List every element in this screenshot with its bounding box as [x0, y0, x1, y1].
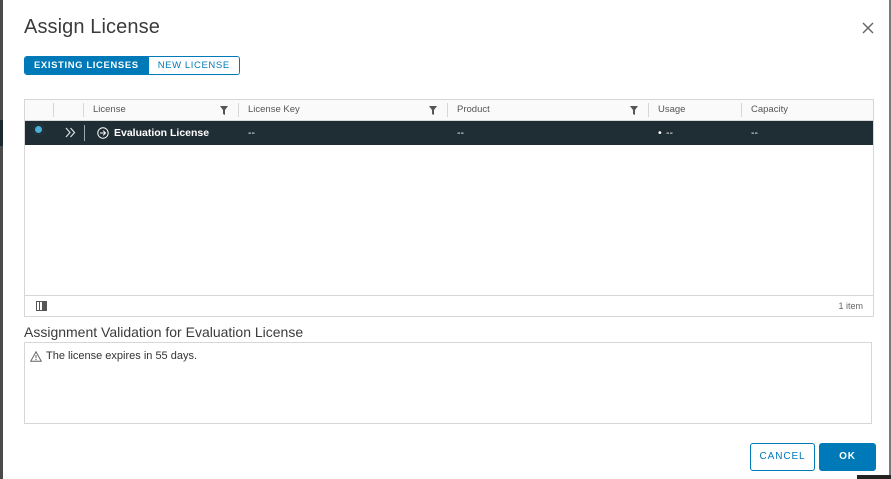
column-toggle-icon[interactable] [36, 301, 47, 311]
license-datagrid: License License Key Product Usage Capaci… [24, 99, 874, 317]
ok-button[interactable]: OK [819, 443, 876, 471]
column-separator [648, 103, 649, 117]
column-header-license-key[interactable]: License Key [248, 100, 300, 120]
double-chevron-right-icon[interactable] [65, 127, 76, 138]
background-corner [857, 475, 891, 479]
license-key-value: -- [248, 127, 255, 139]
validation-panel: The license expires in 55 days. [24, 342, 872, 424]
assign-license-dialog: Assign License EXISTING LICENSES NEW LIC… [3, 0, 889, 479]
usage-value: -- [666, 127, 673, 139]
column-header-capacity[interactable]: Capacity [751, 100, 788, 120]
filter-icon[interactable] [220, 106, 228, 115]
license-name: Evaluation License [114, 127, 210, 139]
close-button[interactable] [860, 20, 876, 36]
column-header-product[interactable]: Product [457, 100, 490, 120]
tab-new-license[interactable]: NEW LICENSE [147, 57, 239, 74]
capacity-value: -- [751, 127, 758, 139]
license-source-toggle: EXISTING LICENSES NEW LICENSE [24, 56, 240, 75]
filter-icon[interactable] [630, 106, 638, 115]
column-separator [53, 103, 54, 117]
filter-icon[interactable] [429, 106, 437, 115]
datagrid-header: License License Key Product Usage Capaci… [25, 100, 873, 121]
cancel-button[interactable]: CANCEL [750, 443, 815, 471]
usage-bullet: • [658, 127, 662, 139]
row-separator [84, 125, 85, 141]
product-value: -- [457, 127, 464, 139]
datagrid-footer: 1 item [25, 295, 873, 316]
circle-arrow-right-icon [97, 127, 109, 139]
column-separator [83, 103, 84, 117]
column-separator [741, 103, 742, 117]
tab-existing-licenses[interactable]: EXISTING LICENSES [25, 57, 148, 74]
row-select-radio[interactable] [25, 121, 53, 145]
radio-selected-indicator [33, 124, 44, 135]
validation-message: The license expires in 55 days. [46, 350, 198, 362]
dialog-title: Assign License [24, 16, 160, 38]
close-icon [862, 22, 874, 34]
validation-title: Assignment Validation for Evaluation Lic… [24, 324, 304, 340]
column-separator [238, 103, 239, 117]
column-header-license[interactable]: License [93, 100, 126, 120]
item-count: 1 item [838, 301, 863, 311]
column-header-usage[interactable]: Usage [658, 100, 685, 120]
warning-triangle-icon [30, 351, 42, 362]
table-row[interactable]: Evaluation License -- -- • -- -- [25, 121, 873, 145]
column-separator [447, 103, 448, 117]
